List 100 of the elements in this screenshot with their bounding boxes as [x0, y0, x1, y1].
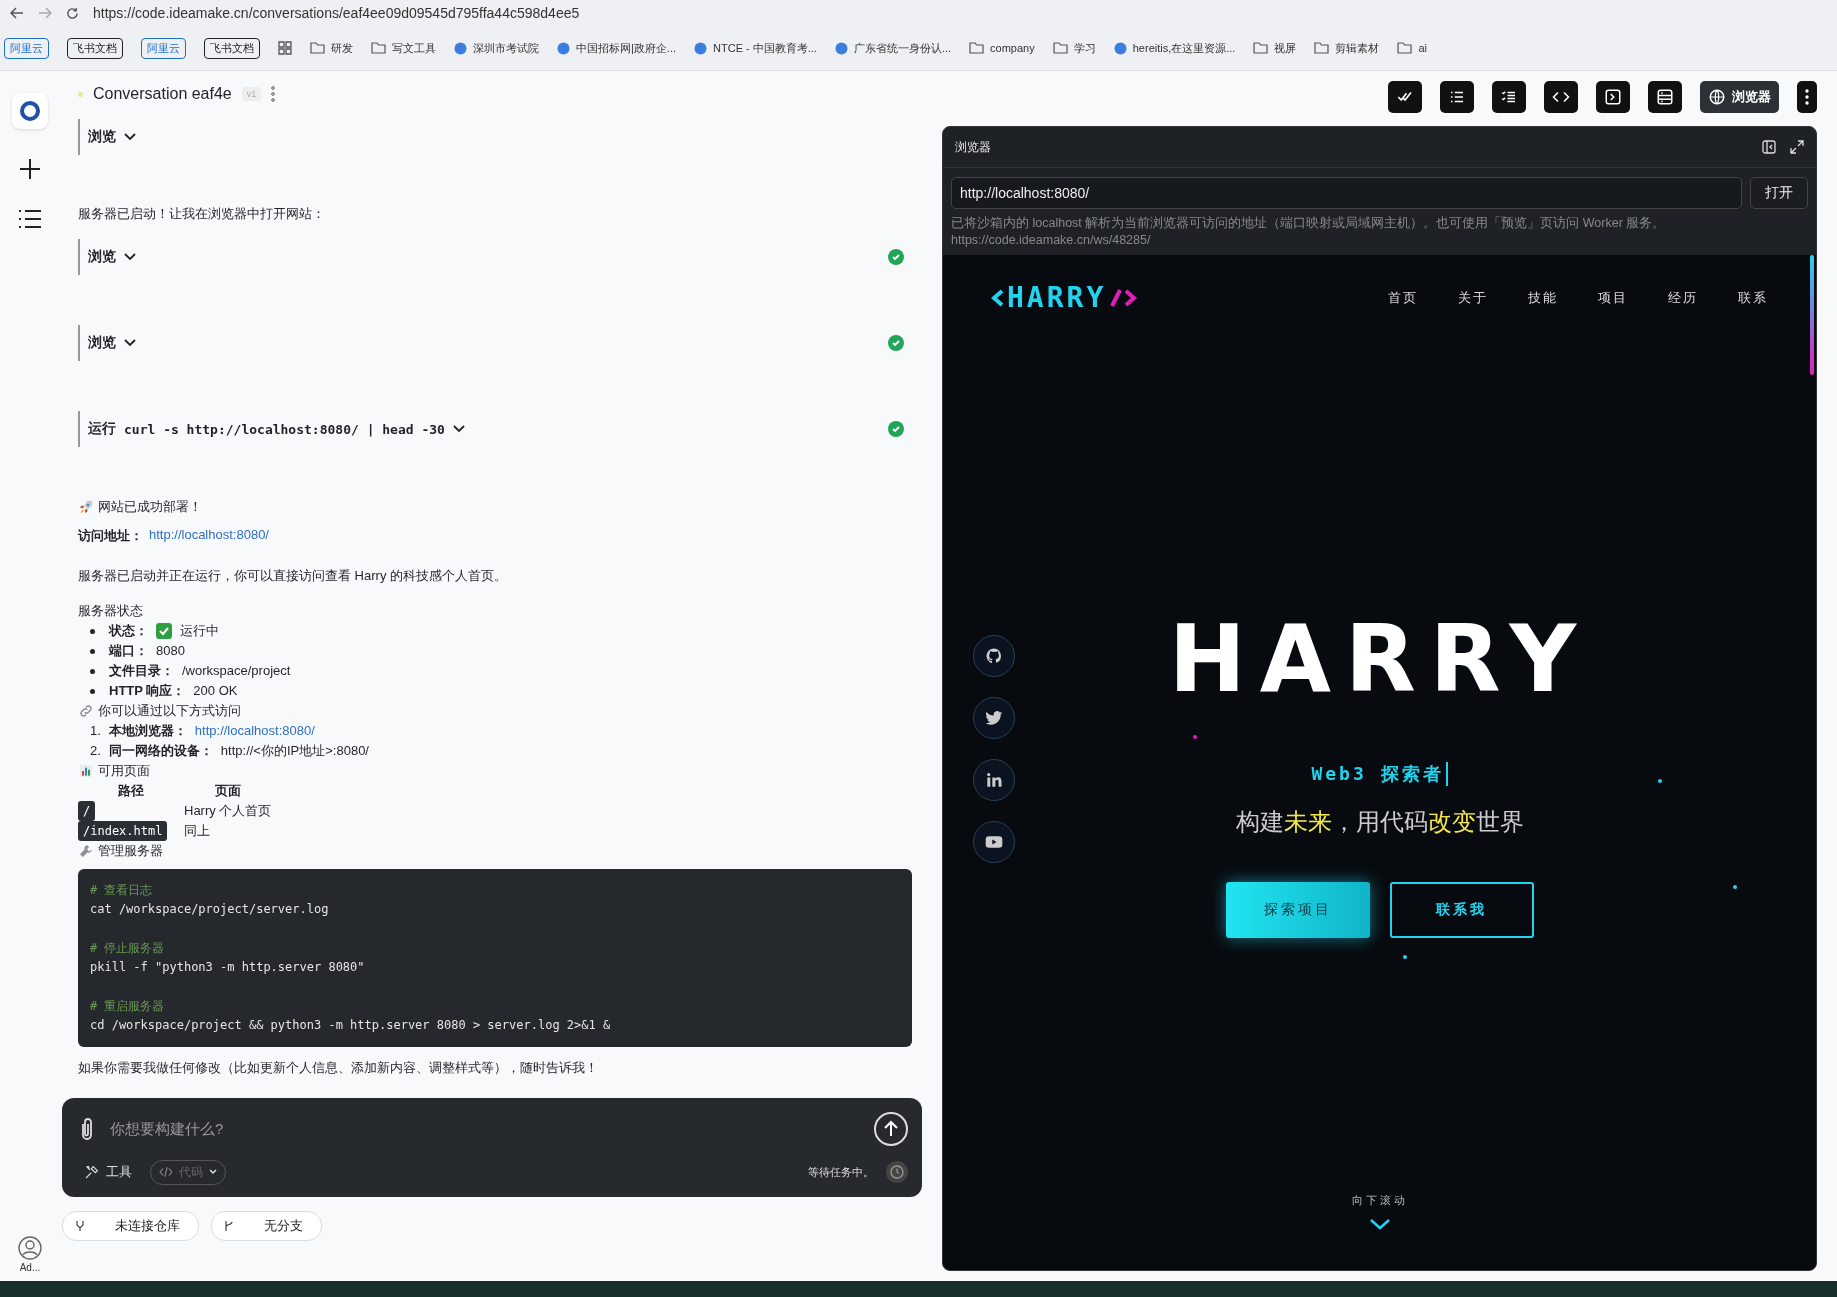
tool-call-block[interactable]: 浏览 — [78, 239, 912, 276]
back-arrow-icon[interactable] — [10, 7, 24, 19]
version-badge: v1 — [241, 87, 262, 101]
code-line: cat /workspace/project/server.log — [90, 901, 330, 919]
bookmark-chip[interactable]: 飞书文档 — [67, 37, 123, 59]
more-options-button[interactable] — [1797, 81, 1817, 113]
user-name: Ad... — [19, 1262, 41, 1273]
folder-icon — [1314, 42, 1330, 54]
folder-icon — [371, 42, 386, 54]
bookmark-label[interactable]: 视屏 — [1274, 40, 1297, 56]
info-note: 已将沙箱内的 localhost 解析为当前浏览器可访问的地址（端口映射或局域网主机）。也可使用「预览」页访问 Worker 服务。 https://code.ideamake.cn/ws/48285/ — [950, 215, 1667, 249]
tool-call-label: 浏览 — [88, 334, 116, 353]
field-label: 同一网络的设备： — [108, 742, 213, 761]
list-number: 2. — [90, 742, 101, 761]
site-nav-link[interactable]: 首页 — [1388, 288, 1418, 307]
site-logo[interactable]: HARRY — [991, 281, 1139, 314]
wrench-icon — [78, 843, 94, 860]
site-nav-link[interactable]: 联系 — [1738, 288, 1768, 307]
bookmark-label[interactable]: 中国招标网|政府企... — [576, 40, 677, 56]
bookmark-label[interactable]: 剪辑素材 — [1335, 40, 1380, 56]
field-value: 200 OK — [193, 682, 238, 701]
hero-button[interactable]: 联系我 — [1389, 882, 1534, 938]
user-avatar-icon[interactable] — [18, 1236, 42, 1260]
social-button[interactable] — [973, 759, 1015, 801]
bookmark-label[interactable]: hereitis,在这里资源... — [1132, 40, 1236, 56]
site-favicon-icon — [454, 41, 467, 55]
field-label: 状态： — [109, 622, 148, 641]
site-favicon-icon — [1113, 41, 1127, 55]
bullet-dot — [90, 628, 95, 634]
address-bar[interactable]: https://code.ideamake.cn/conversations/eaf4ee09d09545d795ffa44c598d4ee5 — [93, 5, 580, 21]
sparkle-dot — [1193, 735, 1197, 739]
toolbar-button[interactable]: 浏览器 — [1700, 81, 1779, 113]
url-input-field[interactable]: http://localhost:8080/ — [951, 177, 1742, 209]
tool-call-block[interactable]: 运行 curl -s http://localhost:8080/ | head -30 — [78, 411, 912, 448]
bookmark-label[interactable]: NTCE - 中国教育考... — [713, 40, 817, 56]
section-heading: 你可以通过以下方式访问 — [98, 702, 241, 721]
bookmark-chip[interactable]: 阿里云 — [4, 37, 49, 59]
tool-call-block[interactable]: 浏览 — [78, 325, 912, 362]
bookmark-label[interactable]: 研发 — [331, 40, 353, 56]
bookmark-chip[interactable]: 飞书文档 — [204, 37, 260, 59]
conversation-title: Conversation eaf4e — [93, 85, 232, 103]
toolbar-button[interactable] — [1648, 81, 1682, 113]
field-value: 8080 — [156, 642, 185, 661]
toolbar-button[interactable] — [1440, 81, 1474, 113]
code-comment: # 停止服务器 — [90, 940, 166, 958]
section-heading: 网站已成功部署！ — [98, 498, 202, 517]
tools-button[interactable]: 工具 — [78, 1162, 138, 1183]
repository-button[interactable]: 未连接仓库 — [62, 1210, 199, 1241]
collapse-panel-icon[interactable] — [1762, 140, 1776, 154]
site-nav-link[interactable]: 技能 — [1528, 288, 1558, 307]
bookmark-label[interactable]: 深圳市考试院 — [473, 40, 539, 56]
bookmark-label[interactable]: 学习 — [1073, 40, 1096, 56]
linkedin-icon — [984, 770, 1004, 790]
site-favicon-icon — [694, 41, 708, 55]
chevron-down-icon — [124, 133, 136, 141]
field-label: HTTP 响应： — [109, 682, 186, 701]
table-cell-text: Harry 个人首页 — [184, 802, 272, 821]
more-options-icon[interactable] — [271, 85, 276, 103]
list-menu-icon[interactable] — [18, 209, 42, 229]
bookmark-chip[interactable]: 阿里云 — [141, 37, 186, 59]
field-label: 访问地址： — [78, 527, 143, 546]
bookmark-label[interactable]: 广东省统一身份认... — [853, 40, 952, 56]
reload-icon[interactable] — [66, 6, 79, 20]
expand-icon[interactable] — [1790, 140, 1804, 154]
social-button[interactable] — [973, 821, 1015, 863]
url-link[interactable]: http://localhost:8080/ — [149, 527, 269, 546]
path-code: /index.html — [78, 821, 168, 842]
prompt-input-field[interactable]: 你想要构建什么? — [108, 1119, 862, 1139]
social-button[interactable] — [973, 635, 1015, 677]
toolbar-button[interactable] — [1596, 81, 1630, 113]
bookmark-label[interactable]: company — [990, 42, 1035, 54]
social-button[interactable] — [973, 697, 1015, 739]
hero-button[interactable]: 探索项目 — [1225, 882, 1370, 938]
tools-icon — [84, 1164, 100, 1181]
toolbar-button[interactable] — [1492, 81, 1526, 113]
send-button[interactable] — [874, 1111, 908, 1146]
bookmark-label[interactable]: ai — [1418, 42, 1427, 54]
site-nav-link[interactable]: 经历 — [1668, 288, 1698, 307]
chevron-down-icon[interactable] — [1368, 1218, 1391, 1230]
status-dot — [78, 91, 83, 97]
app-logo[interactable] — [12, 93, 48, 129]
site-nav-link[interactable]: 关于 — [1458, 288, 1488, 307]
open-button[interactable]: 打开 — [1750, 177, 1808, 209]
code-line: pkill -f "python3 -m http.server 8080" — [90, 959, 366, 977]
toolbar-button[interactable] — [1544, 81, 1578, 113]
url-link[interactable]: http://localhost:8080/ — [194, 721, 315, 742]
branch-button[interactable]: 无分支 — [211, 1210, 322, 1241]
field-value: 运行中 — [180, 622, 219, 641]
clock-icon — [886, 1161, 908, 1184]
new-plus-icon[interactable] — [18, 157, 42, 181]
tool-call-label: 浏览 — [88, 128, 116, 146]
apps-grid-icon[interactable] — [278, 41, 292, 55]
hero-subtitle: Web3 探索者 — [1311, 762, 1448, 786]
tool-call-block[interactable]: 浏览 — [78, 119, 912, 155]
bookmark-label[interactable]: 写文工具 — [392, 40, 436, 56]
toolbar-button[interactable] — [1388, 81, 1422, 113]
section-heading: 管理服务器 — [98, 842, 163, 861]
globe-icon — [1708, 88, 1726, 106]
site-nav-link[interactable]: 项目 — [1598, 288, 1628, 307]
site-favicon-icon — [834, 41, 848, 55]
